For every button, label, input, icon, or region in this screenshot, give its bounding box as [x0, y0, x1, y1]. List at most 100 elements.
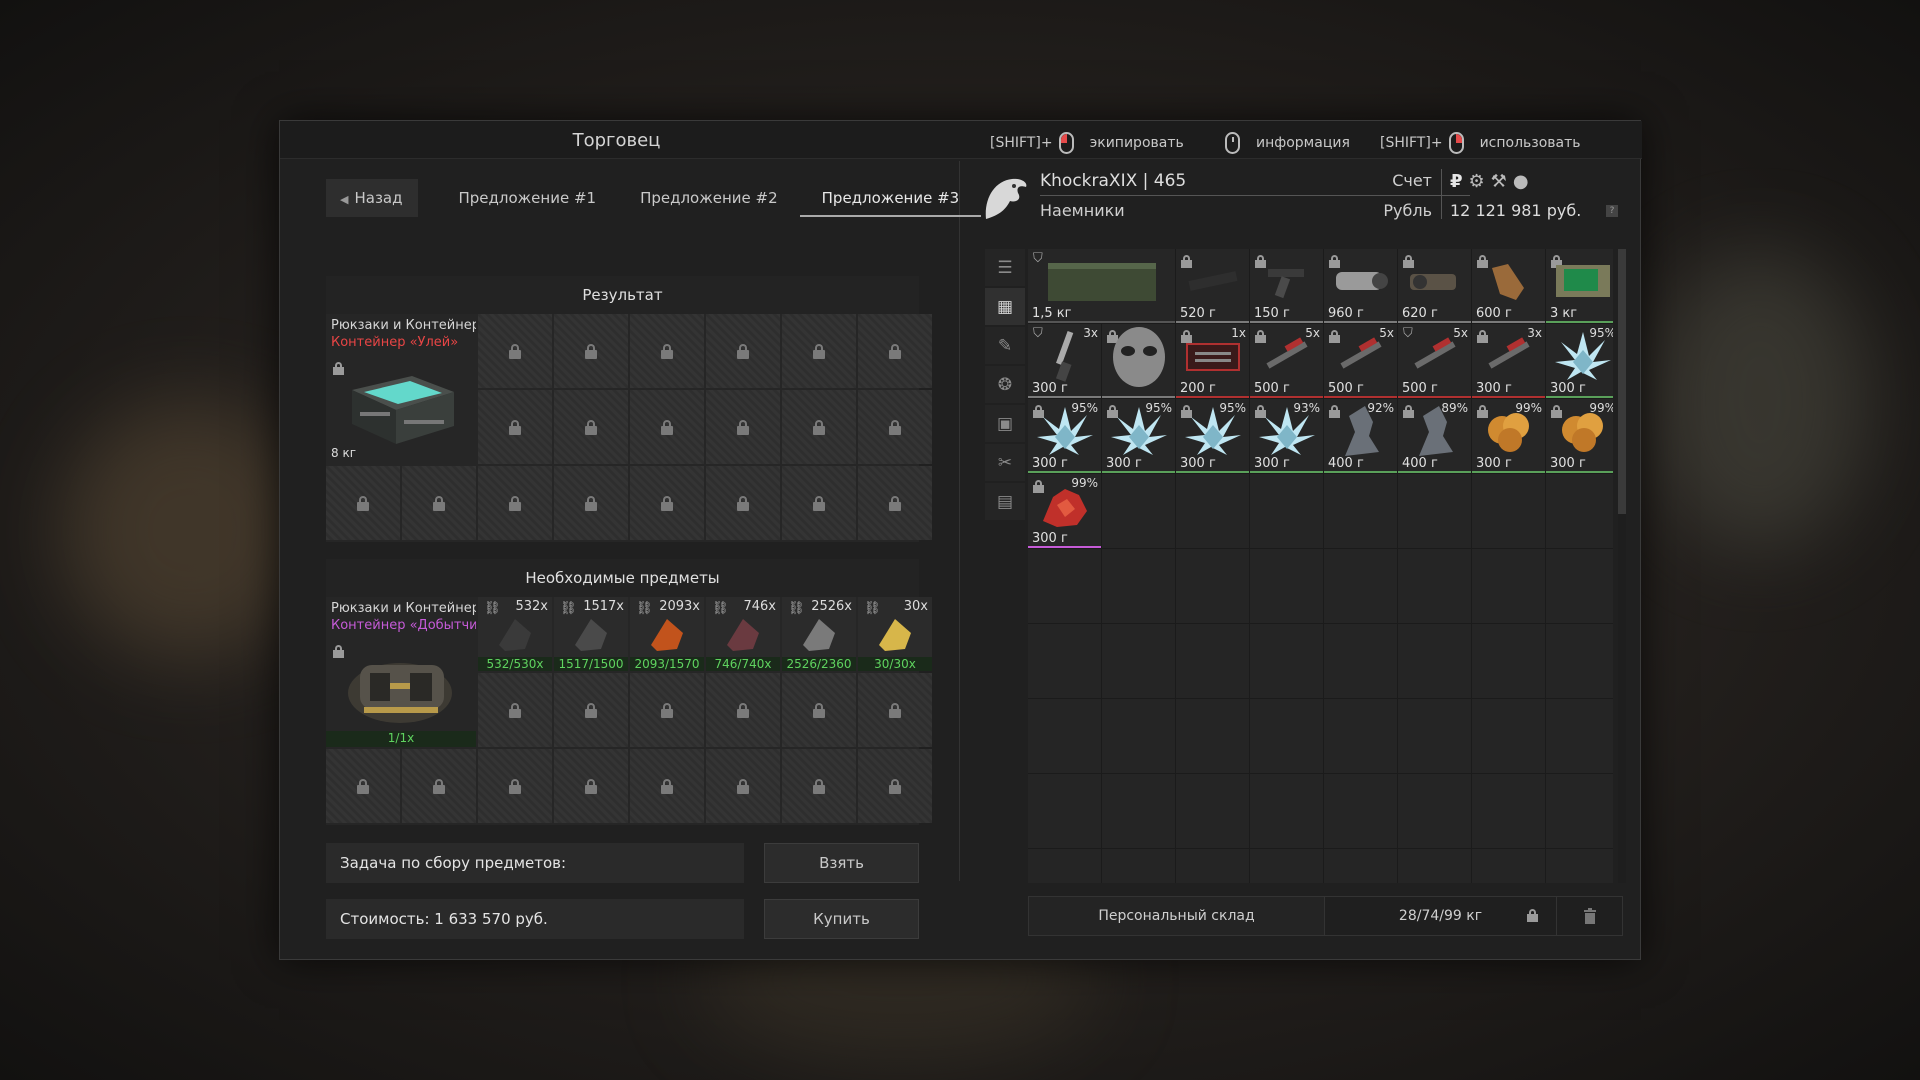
inventory-item[interactable]: 620 г [1398, 249, 1471, 323]
empty-slot[interactable] [1028, 774, 1101, 848]
inventory-item[interactable]: 93% 300 г [1250, 399, 1323, 473]
empty-slot[interactable] [1028, 624, 1101, 698]
empty-slot[interactable] [1324, 624, 1397, 698]
take-button[interactable]: Взять [764, 843, 919, 883]
result-item[interactable]: Рюкзаки и Контейнеры Контейнер «Улей» 8 … [326, 314, 476, 464]
inventory-item[interactable]: 95% 300 г [1102, 399, 1175, 473]
tool-currency-icon[interactable]: ⚒ [1491, 171, 1507, 192]
empty-slot[interactable] [1102, 549, 1175, 623]
weapon-icon[interactable]: ✎ [985, 327, 1025, 364]
empty-slot[interactable] [1398, 624, 1471, 698]
empty-slot[interactable] [1102, 624, 1175, 698]
empty-slot[interactable] [1546, 774, 1613, 848]
empty-slot[interactable] [1028, 849, 1101, 883]
required-main-item[interactable]: Рюкзаки и Контейнеры Контейнер «Добытчи.… [326, 597, 476, 747]
back-button[interactable]: ◀ Назад [326, 179, 419, 217]
box-icon[interactable]: ▤ [985, 483, 1025, 520]
empty-slot[interactable] [1102, 849, 1175, 883]
inventory-item[interactable]: 92% 400 г [1324, 399, 1397, 473]
empty-slot[interactable] [1324, 474, 1397, 548]
empty-slot[interactable] [1398, 549, 1471, 623]
inventory-item[interactable]: 89% 400 г [1398, 399, 1471, 473]
inventory-item[interactable]: 520 г [1176, 249, 1249, 323]
required-item[interactable]: ⛓ 1517x 1517/1500 [554, 597, 628, 671]
required-item[interactable]: ⛓ 2093x 2093/1570 [630, 597, 704, 671]
empty-slot[interactable] [1176, 699, 1249, 773]
empty-slot[interactable] [1250, 549, 1323, 623]
required-item[interactable]: ⛓ 746x 746/740x [706, 597, 780, 671]
empty-slot[interactable] [1102, 699, 1175, 773]
empty-slot[interactable] [1250, 774, 1323, 848]
tab-offer-2[interactable]: Предложение #2 [618, 179, 800, 217]
ruble-icon[interactable]: ₽ [1450, 171, 1463, 192]
inventory-item[interactable]: 5x 500 г [1324, 324, 1397, 398]
empty-slot[interactable] [1176, 474, 1249, 548]
empty-slot[interactable] [1250, 699, 1323, 773]
empty-slot[interactable] [1472, 774, 1545, 848]
inventory-item[interactable]: 150 г [1250, 249, 1323, 323]
buy-button[interactable]: Купить [764, 899, 919, 939]
inventory-grid[interactable]: ⛉ 1,5 кг 520 г 150 г 960 г 620 г 600 г3 кг ⛉ 3x 3… [1028, 249, 1613, 883]
tools-icon[interactable]: ✂ [985, 444, 1025, 481]
required-item[interactable]: ⛓ 30x 30/30x [858, 597, 932, 671]
empty-slot[interactable] [1472, 624, 1545, 698]
empty-slot[interactable] [1324, 699, 1397, 773]
inventory-item[interactable]: 95% 300 г [1546, 324, 1613, 398]
empty-slot[interactable] [1546, 624, 1613, 698]
inventory-item[interactable]: ⛉ 3x 300 г [1028, 324, 1101, 398]
empty-slot[interactable] [1398, 774, 1471, 848]
tab-offer-3[interactable]: Предложение #3 [799, 179, 982, 217]
personal-storage-button[interactable]: Персональный склад [1029, 897, 1325, 935]
inventory-item[interactable]: 95% 300 г [1176, 399, 1249, 473]
inventory-item[interactable] [1102, 324, 1175, 398]
empty-slot[interactable] [1546, 549, 1613, 623]
empty-slot[interactable] [1398, 474, 1471, 548]
inventory-item[interactable]: 960 г [1324, 249, 1397, 323]
tab-offer-1[interactable]: Предложение #1 [436, 179, 618, 217]
inventory-item[interactable]: 99% 300 г [1028, 474, 1101, 548]
required-item[interactable]: ⛓ 532x 532/530x [478, 597, 552, 671]
empty-slot[interactable] [1472, 549, 1545, 623]
grid-icon[interactable]: ▦ [985, 288, 1025, 325]
empty-slot[interactable] [1250, 624, 1323, 698]
inventory-item[interactable]: 1x 200 г [1176, 324, 1249, 398]
empty-slot[interactable] [1398, 849, 1471, 883]
empty-slot[interactable] [1176, 624, 1249, 698]
empty-slot[interactable] [1324, 774, 1397, 848]
inventory-item[interactable]: 3 кг [1546, 249, 1613, 323]
inventory-item[interactable]: 95% 300 г [1028, 399, 1101, 473]
inventory-item[interactable]: 5x 500 г [1250, 324, 1323, 398]
empty-slot[interactable] [1176, 849, 1249, 883]
inventory-item[interactable]: 99% 300 г [1472, 399, 1545, 473]
empty-slot[interactable] [1250, 474, 1323, 548]
inventory-scrollbar[interactable] [1618, 249, 1626, 883]
inventory-item[interactable]: ⛉ 5x 500 г [1398, 324, 1471, 398]
medkit-icon[interactable]: ▣ [985, 405, 1025, 442]
list-icon[interactable]: ☰ [985, 249, 1025, 286]
gear-currency-icon[interactable]: ⚙ [1469, 171, 1485, 192]
empty-slot[interactable] [1176, 774, 1249, 848]
required-item[interactable]: ⛓ 2526x 2526/2360 [782, 597, 856, 671]
empty-slot[interactable] [1028, 549, 1101, 623]
empty-slot[interactable] [1102, 474, 1175, 548]
help-icon[interactable]: ? [1606, 205, 1618, 217]
empty-slot[interactable] [1102, 774, 1175, 848]
inventory-item[interactable]: 600 г [1472, 249, 1545, 323]
empty-slot[interactable] [1546, 699, 1613, 773]
coin-currency-icon[interactable]: ● [1513, 171, 1529, 192]
empty-slot[interactable] [1398, 699, 1471, 773]
inventory-item[interactable]: 99% 300 г [1546, 399, 1613, 473]
empty-slot[interactable] [1472, 849, 1545, 883]
empty-slot[interactable] [1324, 849, 1397, 883]
empty-slot[interactable] [1472, 474, 1545, 548]
empty-slot[interactable] [1176, 549, 1249, 623]
empty-slot[interactable] [1028, 699, 1101, 773]
armor-icon[interactable]: ❂ [985, 366, 1025, 403]
inventory-item[interactable]: ⛉ 1,5 кг [1028, 249, 1175, 323]
empty-slot[interactable] [1546, 849, 1613, 883]
trash-button[interactable] [1557, 897, 1622, 935]
scrollbar-thumb[interactable] [1618, 249, 1626, 514]
empty-slot[interactable] [1250, 849, 1323, 883]
empty-slot[interactable] [1472, 699, 1545, 773]
empty-slot[interactable] [1324, 549, 1397, 623]
